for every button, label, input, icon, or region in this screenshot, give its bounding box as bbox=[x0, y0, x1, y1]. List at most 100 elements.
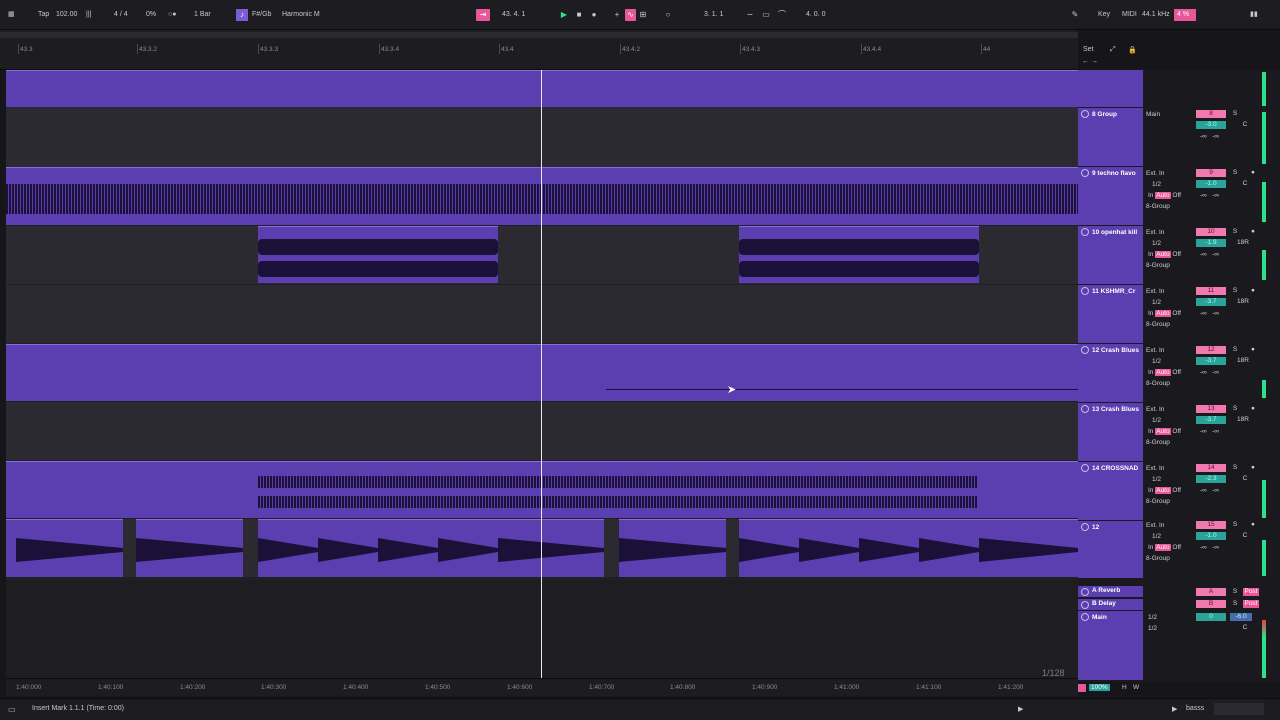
nav-arrows-icon[interactable]: ← → bbox=[1082, 58, 1098, 65]
track-lane[interactable] bbox=[6, 285, 1078, 343]
send-fields[interactable]: -∞ -∞ bbox=[1200, 132, 1260, 141]
main-send[interactable]: -6.0 bbox=[1230, 613, 1252, 621]
w-button[interactable]: W bbox=[1133, 684, 1139, 691]
monitor-switch[interactable]: In Auto Off bbox=[1148, 427, 1194, 436]
fold-icon[interactable] bbox=[1081, 523, 1089, 531]
monitor-switch[interactable]: In Auto Off bbox=[1148, 191, 1194, 200]
fold-icon[interactable] bbox=[1081, 613, 1089, 621]
track-header-12[interactable]: 12 Crash Blues bbox=[1078, 344, 1143, 403]
h-button[interactable]: H bbox=[1122, 684, 1127, 691]
input-select[interactable]: Ext. In bbox=[1146, 169, 1192, 178]
browser-toggle-icon[interactable]: ▦ bbox=[8, 9, 20, 21]
capture-icon[interactable]: ⊞ bbox=[638, 9, 648, 21]
arm-button-icon[interactable]: ● bbox=[1248, 464, 1258, 472]
key-map-button[interactable]: Key bbox=[1098, 9, 1110, 21]
send-fields[interactable]: -∞ -∞ bbox=[1200, 250, 1260, 259]
send-fields[interactable]: -∞ -∞ bbox=[1200, 368, 1260, 377]
audio-clip[interactable] bbox=[6, 344, 1078, 401]
channel-select[interactable]: 1/2 bbox=[1152, 239, 1198, 248]
volume-field[interactable]: -1.9 bbox=[1196, 239, 1226, 247]
pan-field[interactable]: 18R bbox=[1236, 239, 1250, 247]
audio-clip[interactable] bbox=[6, 461, 1078, 518]
key-select[interactable]: F#/Gb bbox=[252, 9, 271, 21]
solo-button[interactable]: S bbox=[1230, 228, 1240, 236]
arm-button-icon[interactable]: ● bbox=[1248, 228, 1258, 236]
output-select[interactable]: 8-Group bbox=[1146, 261, 1192, 270]
output-select[interactable]: 8-Group bbox=[1146, 202, 1192, 211]
punch-icon[interactable]: ○ bbox=[663, 9, 673, 21]
scale-mode-icon[interactable]: ♪ bbox=[236, 9, 248, 21]
loop-start-field[interactable]: 3. 1. 1 bbox=[704, 9, 723, 21]
pan-field[interactable]: 18R bbox=[1236, 416, 1250, 424]
fold-icon[interactable] bbox=[1081, 228, 1089, 236]
stop-icon[interactable]: ■ bbox=[573, 9, 585, 21]
channel-select[interactable]: 1/2 bbox=[1152, 532, 1198, 541]
solo-button[interactable]: S bbox=[1230, 521, 1240, 529]
track-activator[interactable]: 13 bbox=[1196, 405, 1226, 413]
track-header-14[interactable]: 14 CROSSNAD bbox=[1078, 462, 1143, 521]
track-header-8-group[interactable]: 8 Group bbox=[1078, 108, 1143, 167]
lock-icon[interactable]: 🔒 bbox=[1128, 46, 1137, 54]
volume-field[interactable]: -2.3 bbox=[1196, 475, 1226, 483]
channel-select[interactable]: 1/2 bbox=[1152, 475, 1198, 484]
channel-select[interactable]: 1/2 bbox=[1152, 357, 1198, 366]
channel-select[interactable]: 1/2 bbox=[1152, 180, 1198, 189]
main-track[interactable]: Main bbox=[1078, 611, 1143, 681]
track-activator[interactable]: 9 bbox=[1196, 169, 1226, 177]
track-activator[interactable]: 14 bbox=[1196, 464, 1226, 472]
send-fields[interactable]: -∞ -∞ bbox=[1200, 486, 1260, 495]
channel-select[interactable]: 1/2 bbox=[1152, 298, 1198, 307]
send-fields[interactable]: -∞ -∞ bbox=[1200, 543, 1260, 552]
overview-strip[interactable] bbox=[0, 32, 1078, 38]
arrangement-view[interactable]: 1/128 bbox=[6, 70, 1078, 678]
input-select[interactable]: Ext. In bbox=[1146, 464, 1192, 473]
solo-button[interactable]: S bbox=[1230, 169, 1240, 177]
solo-button[interactable]: S bbox=[1230, 346, 1240, 354]
fold-icon[interactable] bbox=[1081, 464, 1089, 472]
return-activator[interactable]: B bbox=[1196, 600, 1226, 608]
fold-icon[interactable] bbox=[1081, 346, 1089, 354]
solo-button[interactable]: S bbox=[1230, 600, 1240, 608]
audio-clip[interactable] bbox=[739, 226, 979, 283]
solo-button[interactable]: S bbox=[1230, 588, 1240, 596]
output-select[interactable]: 8-Group bbox=[1146, 554, 1192, 563]
send-fields[interactable]: -∞ -∞ bbox=[1200, 309, 1260, 318]
volume-field[interactable]: -1.0 bbox=[1196, 180, 1226, 188]
tempo-field[interactable]: 102.00 bbox=[56, 9, 77, 21]
audio-clip[interactable] bbox=[6, 519, 1078, 577]
group-clip[interactable] bbox=[6, 70, 1078, 107]
follow-icon[interactable]: ○● bbox=[168, 9, 176, 21]
overview-icon[interactable]: ▮▮ bbox=[1250, 9, 1258, 21]
input-select[interactable]: Ext. In bbox=[1146, 521, 1192, 530]
channel-select[interactable]: 1/2 bbox=[1152, 416, 1198, 425]
return-lanes[interactable] bbox=[6, 580, 1078, 678]
arm-button-icon[interactable]: ● bbox=[1248, 346, 1258, 354]
audio-clip[interactable] bbox=[258, 226, 498, 283]
track-activator[interactable]: 11 bbox=[1196, 287, 1226, 295]
automation-arm-icon[interactable]: ∿ bbox=[625, 9, 636, 21]
volume-field[interactable]: -3.7 bbox=[1196, 416, 1226, 424]
play-small-icon[interactable]: ▶ bbox=[1018, 705, 1023, 713]
monitor-switch[interactable]: In Auto Off bbox=[1148, 250, 1194, 259]
arm-button-icon[interactable]: ● bbox=[1248, 521, 1258, 529]
fold-icon[interactable] bbox=[1081, 588, 1089, 596]
play-icon[interactable]: ▶ bbox=[558, 9, 570, 21]
solo-button[interactable]: S bbox=[1230, 287, 1240, 295]
monitor-switch[interactable]: In Auto Off bbox=[1148, 309, 1194, 318]
volume-field[interactable]: -3.7 bbox=[1196, 357, 1226, 365]
arm-button-icon[interactable]: ● bbox=[1248, 405, 1258, 413]
output-select[interactable]: Main bbox=[1146, 110, 1192, 119]
fold-icon[interactable] bbox=[1081, 169, 1089, 177]
midi-map-button[interactable]: MIDI bbox=[1122, 9, 1137, 21]
track-header-13[interactable]: 13 Crash Blues bbox=[1078, 403, 1143, 462]
track-lane[interactable] bbox=[6, 402, 1078, 460]
pan-field[interactable]: C bbox=[1240, 121, 1250, 129]
output-select[interactable]: 8-Group bbox=[1146, 438, 1192, 447]
draw-mode-icon[interactable]: ⌒ bbox=[776, 9, 788, 21]
post-button[interactable]: Post bbox=[1243, 588, 1259, 596]
solo-button[interactable]: S bbox=[1230, 110, 1240, 118]
track-activator[interactable]: 8 bbox=[1196, 110, 1226, 118]
main-channel-2[interactable]: 1/2 bbox=[1148, 624, 1194, 633]
overdub-icon[interactable]: + bbox=[612, 9, 622, 21]
set-button[interactable]: Set bbox=[1083, 46, 1094, 53]
